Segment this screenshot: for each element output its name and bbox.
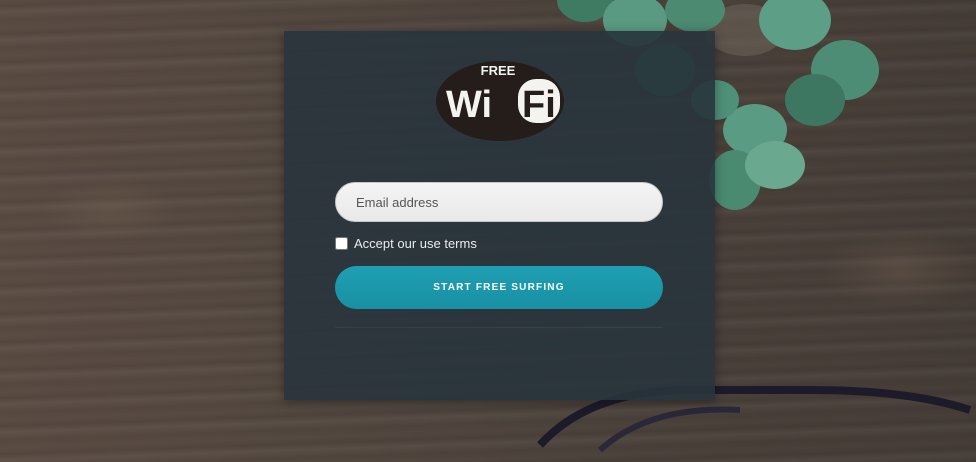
login-card: FREE Wi Fi Accept our use terms START FR… bbox=[284, 31, 715, 400]
svg-text:Wi: Wi bbox=[446, 84, 492, 126]
wood-grain bbox=[40, 180, 180, 240]
page-background: FREE Wi Fi Accept our use terms START FR… bbox=[0, 0, 976, 462]
free-wifi-logo: FREE Wi Fi bbox=[436, 61, 564, 141]
logo-free-text: FREE bbox=[481, 63, 516, 78]
terms-checkbox-row[interactable]: Accept our use terms bbox=[335, 236, 477, 251]
start-free-surfing-button[interactable]: START FREE SURFING bbox=[335, 266, 663, 309]
terms-label: Accept our use terms bbox=[354, 236, 477, 251]
terms-checkbox[interactable] bbox=[335, 237, 348, 250]
email-input[interactable] bbox=[335, 182, 663, 222]
svg-text:Fi: Fi bbox=[522, 84, 556, 126]
divider bbox=[335, 327, 663, 328]
